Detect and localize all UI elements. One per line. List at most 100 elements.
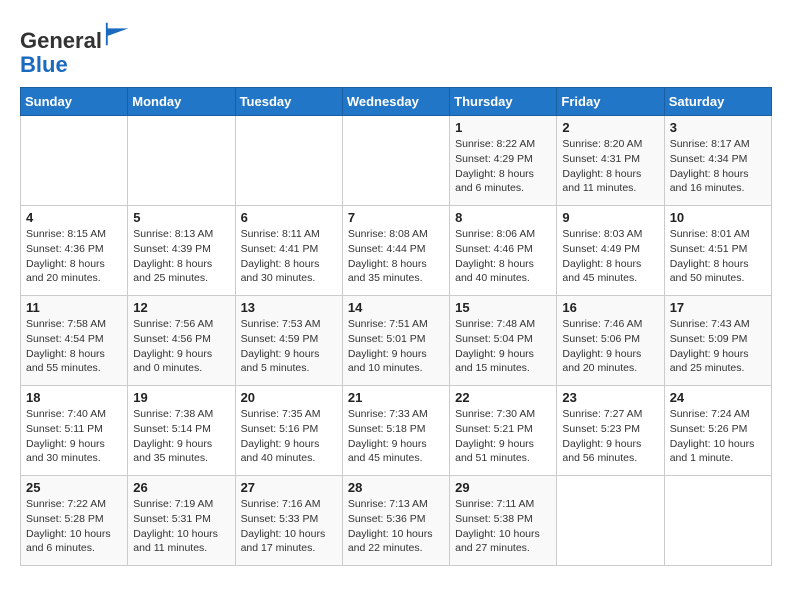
day-info: Sunrise: 8:03 AM Sunset: 4:49 PM Dayligh… (562, 227, 658, 286)
day-info: Sunrise: 7:35 AM Sunset: 5:16 PM Dayligh… (241, 407, 337, 466)
calendar-cell: 12 Sunrise: 7:56 AM Sunset: 4:56 PM Dayli… (128, 296, 235, 386)
calendar-cell: 1 Sunrise: 8:22 AM Sunset: 4:29 PM Daylig… (450, 116, 557, 206)
calendar-cell: 2 Sunrise: 8:20 AM Sunset: 4:31 PM Daylig… (557, 116, 664, 206)
day-number: 29 (455, 480, 551, 495)
day-number: 11 (26, 300, 122, 315)
day-info: Sunrise: 8:13 AM Sunset: 4:39 PM Dayligh… (133, 227, 229, 286)
day-info: Sunrise: 7:33 AM Sunset: 5:18 PM Dayligh… (348, 407, 444, 466)
calendar-cell: 26 Sunrise: 7:19 AM Sunset: 5:31 PM Dayli… (128, 476, 235, 566)
calendar-cell: 18Sunrise: 7:40 AM Sunset: 5:11 PM Dayli… (21, 386, 128, 476)
weekday-header-friday: Friday (557, 88, 664, 116)
calendar-cell: 4Sunrise: 8:15 AM Sunset: 4:36 PM Daylig… (21, 206, 128, 296)
calendar-cell: 28 Sunrise: 7:13 AM Sunset: 5:36 PM Dayli… (342, 476, 449, 566)
day-number: 5 (133, 210, 229, 225)
calendar-cell: 5 Sunrise: 8:13 AM Sunset: 4:39 PM Daylig… (128, 206, 235, 296)
calendar-cell (128, 116, 235, 206)
day-number: 12 (133, 300, 229, 315)
day-number: 15 (455, 300, 551, 315)
calendar-cell: 17 Sunrise: 7:43 AM Sunset: 5:09 PM Dayli… (664, 296, 771, 386)
calendar-week-row: 18Sunrise: 7:40 AM Sunset: 5:11 PM Dayli… (21, 386, 772, 476)
day-info: Sunrise: 7:56 AM Sunset: 4:56 PM Dayligh… (133, 317, 229, 376)
day-info: Sunrise: 8:20 AM Sunset: 4:31 PM Dayligh… (562, 137, 658, 196)
day-number: 9 (562, 210, 658, 225)
day-number: 16 (562, 300, 658, 315)
calendar-cell: 23Sunrise: 7:27 AM Sunset: 5:23 PM Dayli… (557, 386, 664, 476)
day-info: Sunrise: 7:53 AM Sunset: 4:59 PM Dayligh… (241, 317, 337, 376)
day-info: Sunrise: 8:11 AM Sunset: 4:41 PM Dayligh… (241, 227, 337, 286)
day-number: 17 (670, 300, 766, 315)
calendar-cell (342, 116, 449, 206)
weekday-header-monday: Monday (128, 88, 235, 116)
day-number: 26 (133, 480, 229, 495)
day-info: Sunrise: 7:48 AM Sunset: 5:04 PM Dayligh… (455, 317, 551, 376)
day-number: 24 (670, 390, 766, 405)
day-info: Sunrise: 8:15 AM Sunset: 4:36 PM Dayligh… (26, 227, 122, 286)
day-number: 3 (670, 120, 766, 135)
calendar-cell: 27 Sunrise: 7:16 AM Sunset: 5:33 PM Dayli… (235, 476, 342, 566)
logo-blue-text: Blue (20, 52, 68, 77)
calendar-cell: 11 Sunrise: 7:58 AM Sunset: 4:54 PM Dayli… (21, 296, 128, 386)
logo-general-text: General (20, 28, 102, 53)
calendar-cell: 3 Sunrise: 8:17 AM Sunset: 4:34 PM Daylig… (664, 116, 771, 206)
day-number: 28 (348, 480, 444, 495)
day-info: Sunrise: 7:13 AM Sunset: 5:36 PM Dayligh… (348, 497, 444, 556)
day-info: Sunrise: 7:46 AM Sunset: 5:06 PM Dayligh… (562, 317, 658, 376)
calendar-cell: 13 Sunrise: 7:53 AM Sunset: 4:59 PM Dayli… (235, 296, 342, 386)
day-number: 19 (133, 390, 229, 405)
day-number: 2 (562, 120, 658, 135)
calendar-cell: 25Sunrise: 7:22 AM Sunset: 5:28 PM Dayli… (21, 476, 128, 566)
calendar-cell (21, 116, 128, 206)
day-info: Sunrise: 7:24 AM Sunset: 5:26 PM Dayligh… (670, 407, 766, 466)
day-info: Sunrise: 8:01 AM Sunset: 4:51 PM Dayligh… (670, 227, 766, 286)
day-number: 13 (241, 300, 337, 315)
logo-flag-icon (104, 20, 132, 48)
calendar-cell: 7Sunrise: 8:08 AM Sunset: 4:44 PM Daylig… (342, 206, 449, 296)
day-number: 20 (241, 390, 337, 405)
day-number: 27 (241, 480, 337, 495)
day-info: Sunrise: 7:58 AM Sunset: 4:54 PM Dayligh… (26, 317, 122, 376)
weekday-header-tuesday: Tuesday (235, 88, 342, 116)
calendar-cell: 6 Sunrise: 8:11 AM Sunset: 4:41 PM Daylig… (235, 206, 342, 296)
day-number: 25 (26, 480, 122, 495)
day-number: 10 (670, 210, 766, 225)
day-number: 23 (562, 390, 658, 405)
day-number: 14 (348, 300, 444, 315)
day-info: Sunrise: 8:06 AM Sunset: 4:46 PM Dayligh… (455, 227, 551, 286)
calendar-cell (235, 116, 342, 206)
calendar-cell (557, 476, 664, 566)
weekday-header-saturday: Saturday (664, 88, 771, 116)
calendar-cell: 14 Sunrise: 7:51 AM Sunset: 5:01 PM Dayli… (342, 296, 449, 386)
calendar-cell (664, 476, 771, 566)
weekday-header-sunday: Sunday (21, 88, 128, 116)
weekday-header-wednesday: Wednesday (342, 88, 449, 116)
day-info: Sunrise: 7:43 AM Sunset: 5:09 PM Dayligh… (670, 317, 766, 376)
page-header: General Blue (20, 20, 772, 77)
day-info: Sunrise: 7:40 AM Sunset: 5:11 PM Dayligh… (26, 407, 122, 466)
calendar-week-row: 4Sunrise: 8:15 AM Sunset: 4:36 PM Daylig… (21, 206, 772, 296)
calendar-cell: 20 Sunrise: 7:35 AM Sunset: 5:16 PM Dayli… (235, 386, 342, 476)
day-info: Sunrise: 8:17 AM Sunset: 4:34 PM Dayligh… (670, 137, 766, 196)
calendar-cell: 29 Sunrise: 7:11 AM Sunset: 5:38 PM Dayli… (450, 476, 557, 566)
calendar-cell: 8Sunrise: 8:06 AM Sunset: 4:46 PM Daylig… (450, 206, 557, 296)
calendar-cell: 24 Sunrise: 7:24 AM Sunset: 5:26 PM Dayli… (664, 386, 771, 476)
calendar-week-row: 11 Sunrise: 7:58 AM Sunset: 4:54 PM Dayli… (21, 296, 772, 386)
day-info: Sunrise: 8:22 AM Sunset: 4:29 PM Dayligh… (455, 137, 551, 196)
calendar-cell: 15 Sunrise: 7:48 AM Sunset: 5:04 PM Dayli… (450, 296, 557, 386)
day-info: Sunrise: 7:16 AM Sunset: 5:33 PM Dayligh… (241, 497, 337, 556)
calendar-week-row: 25Sunrise: 7:22 AM Sunset: 5:28 PM Dayli… (21, 476, 772, 566)
day-number: 1 (455, 120, 551, 135)
day-number: 21 (348, 390, 444, 405)
day-info: Sunrise: 7:11 AM Sunset: 5:38 PM Dayligh… (455, 497, 551, 556)
day-number: 7 (348, 210, 444, 225)
day-info: Sunrise: 7:19 AM Sunset: 5:31 PM Dayligh… (133, 497, 229, 556)
logo: General Blue (20, 20, 132, 77)
calendar-cell: 22Sunrise: 7:30 AM Sunset: 5:21 PM Dayli… (450, 386, 557, 476)
calendar-week-row: 1 Sunrise: 8:22 AM Sunset: 4:29 PM Daylig… (21, 116, 772, 206)
day-number: 6 (241, 210, 337, 225)
calendar-cell: 10 Sunrise: 8:01 AM Sunset: 4:51 PM Dayli… (664, 206, 771, 296)
calendar-cell: 21 Sunrise: 7:33 AM Sunset: 5:18 PM Dayli… (342, 386, 449, 476)
calendar-cell: 16 Sunrise: 7:46 AM Sunset: 5:06 PM Dayli… (557, 296, 664, 386)
day-info: Sunrise: 7:30 AM Sunset: 5:21 PM Dayligh… (455, 407, 551, 466)
calendar-cell: 9 Sunrise: 8:03 AM Sunset: 4:49 PM Daylig… (557, 206, 664, 296)
day-info: Sunrise: 7:51 AM Sunset: 5:01 PM Dayligh… (348, 317, 444, 376)
